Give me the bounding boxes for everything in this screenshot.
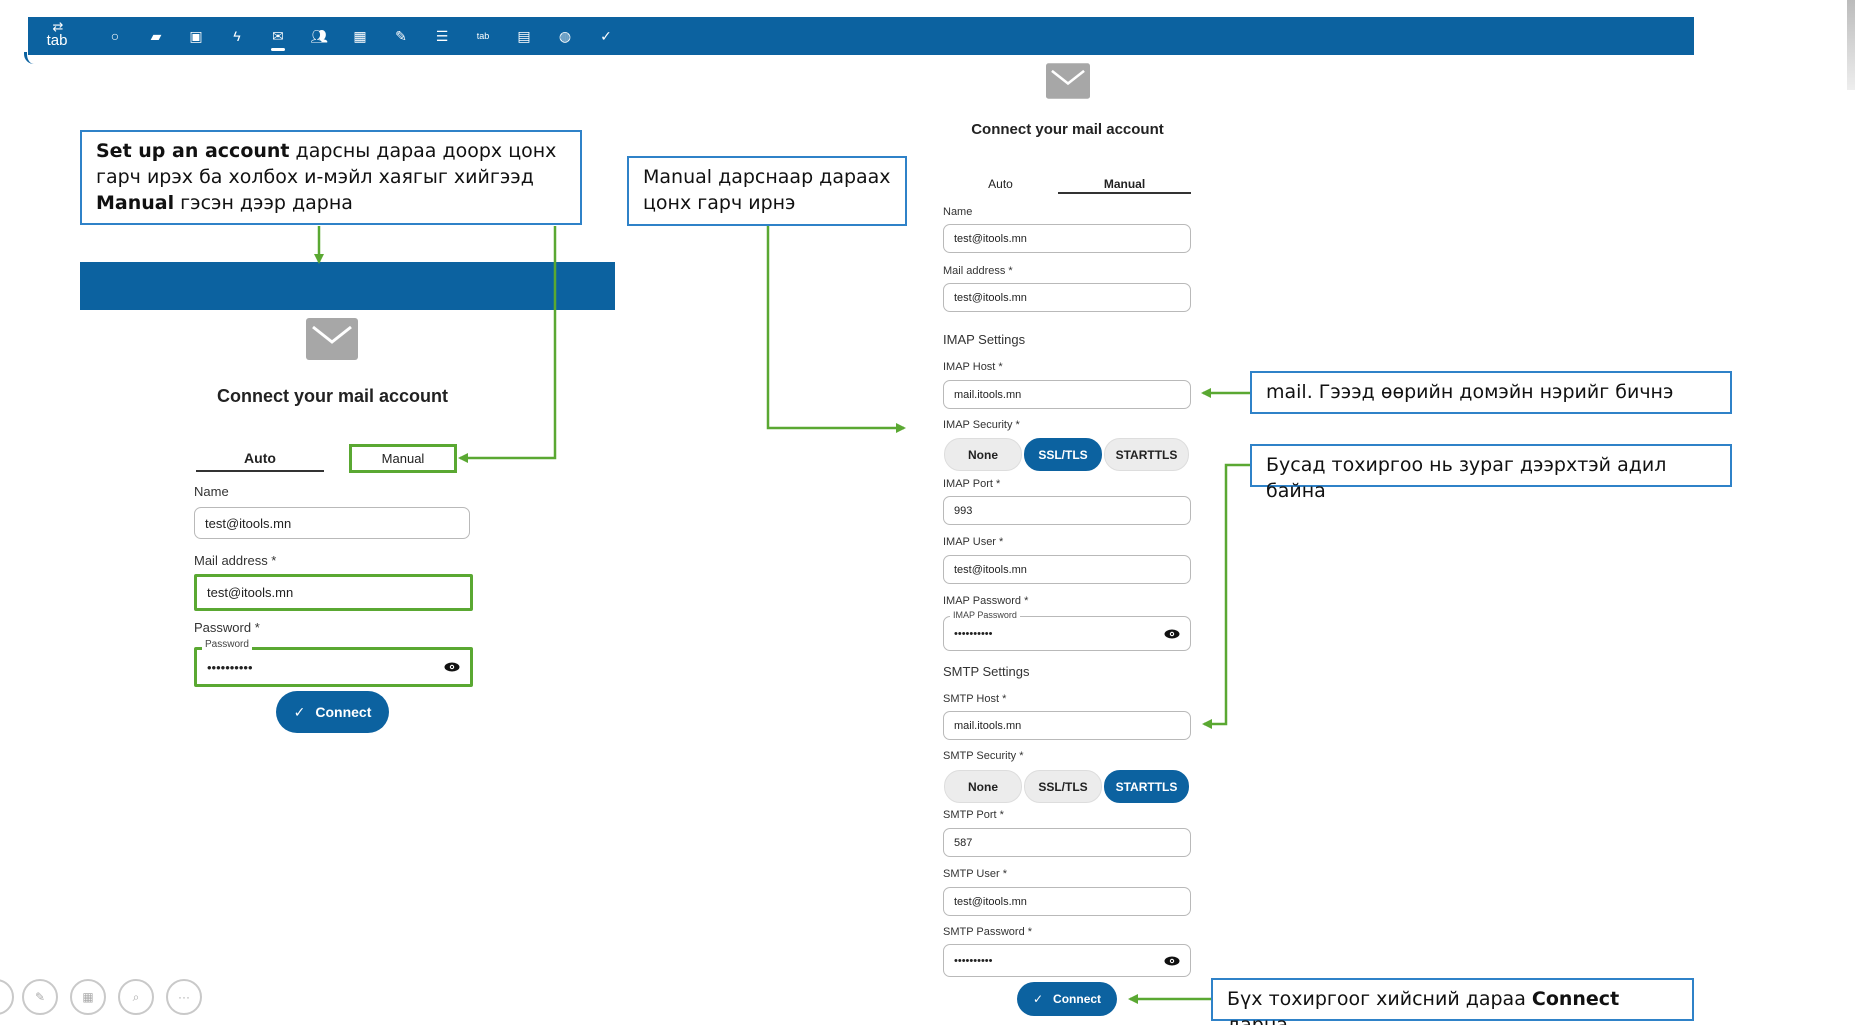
pen-tool-icon[interactable]: ✎: [22, 979, 58, 1015]
layout-tool-icon[interactable]: ▦: [70, 979, 106, 1015]
zoom-tool-icon[interactable]: ⌕: [118, 979, 154, 1015]
more-tool-icon[interactable]: ···: [166, 979, 202, 1015]
annotation-arrows: [314, 226, 1250, 1004]
bottom-tools: ◐ ✎ ▦ ⌕ ···: [0, 979, 220, 1019]
tool-partial-icon[interactable]: ◐: [0, 979, 14, 1015]
